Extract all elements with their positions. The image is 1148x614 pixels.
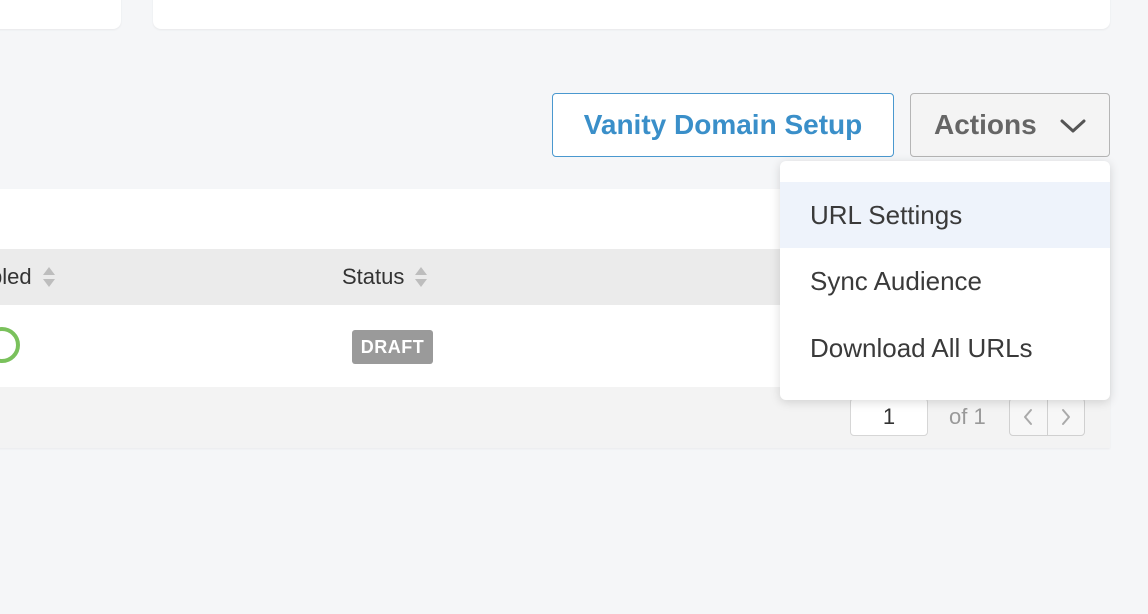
enabled-toggle[interactable] [0, 327, 20, 363]
page-number-input[interactable]: 1 [850, 398, 928, 436]
menu-item-url-settings[interactable]: URL Settings [780, 182, 1110, 248]
column-header-enabled[interactable]: bled [0, 249, 56, 305]
next-page-button[interactable] [1046, 399, 1085, 435]
chevron-right-icon [1061, 409, 1070, 425]
sort-icon[interactable] [414, 265, 428, 289]
status-badge: DRAFT [352, 330, 433, 364]
sort-icon[interactable] [42, 265, 56, 289]
vanity-domain-setup-label: Vanity Domain Setup [583, 109, 863, 140]
column-header-enabled-label: bled [0, 264, 32, 289]
menu-item-label: Sync Audience [810, 265, 983, 296]
menu-item-download-all-urls[interactable]: Download All URLs [780, 315, 1110, 381]
chevron-left-icon [1024, 409, 1033, 425]
vanity-domain-setup-button[interactable]: Vanity Domain Setup [552, 93, 894, 157]
top-left-card [0, 0, 121, 29]
actions-button[interactable]: Actions [910, 93, 1110, 157]
prev-page-button[interactable] [1010, 399, 1047, 435]
chevron-down-icon [1060, 119, 1086, 133]
actions-label: Actions [934, 109, 1037, 140]
top-right-card [153, 0, 1110, 29]
column-header-status[interactable]: Status [342, 249, 428, 305]
pagination-nav [1009, 398, 1085, 436]
menu-item-label: Download All URLs [810, 332, 1033, 363]
page-total-label: of 1 [949, 404, 986, 429]
actions-dropdown-menu: URL Settings Sync Audience Download All … [780, 161, 1110, 400]
menu-item-sync-audience[interactable]: Sync Audience [780, 248, 1110, 314]
column-header-status-label: Status [342, 264, 405, 289]
menu-item-label: URL Settings [810, 199, 963, 230]
